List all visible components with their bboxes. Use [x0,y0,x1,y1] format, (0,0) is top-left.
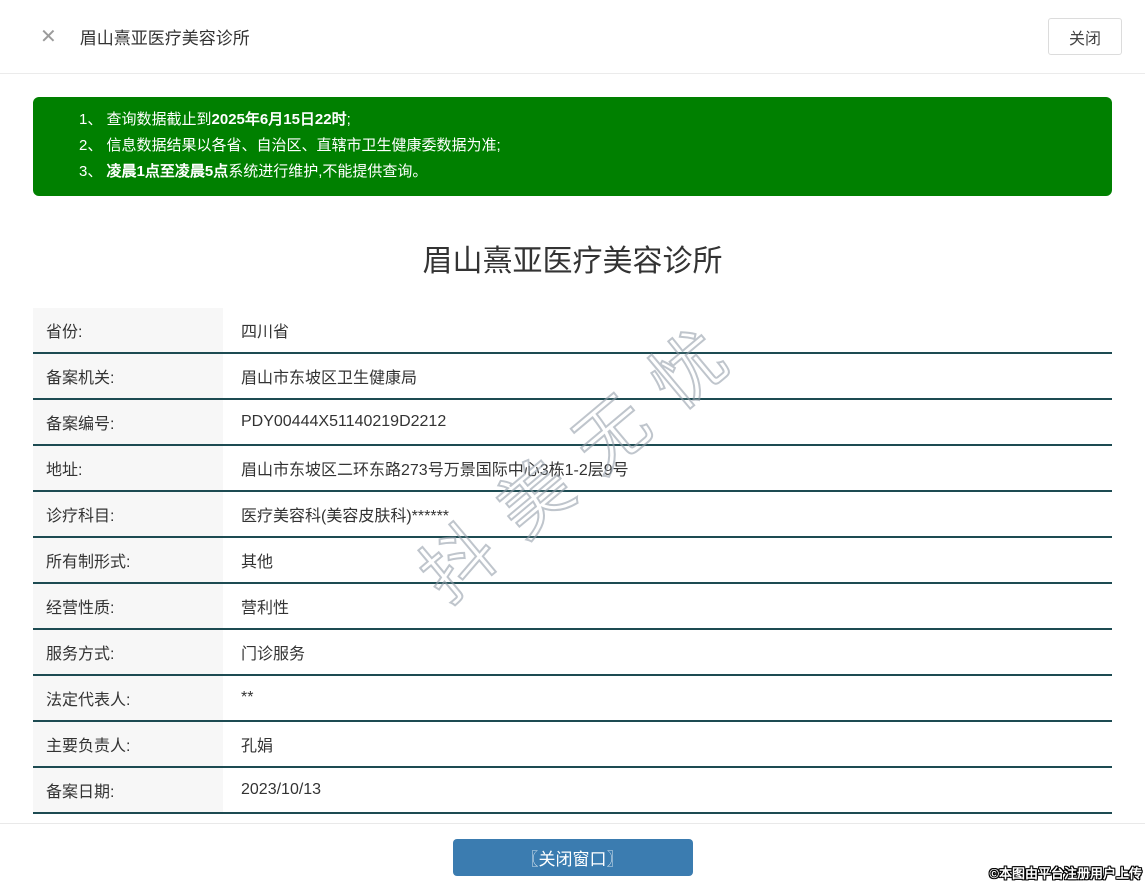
window-title: 眉山熹亚医疗美容诊所 [80,24,250,49]
notice-banner: 1、 查询数据截止到2025年6月15日22时;2、 信息数据结果以各省、自治区… [33,97,1112,196]
close-x-icon[interactable]: ✕ [40,27,57,47]
close-window-button[interactable]: 〖关闭窗口〗 [453,839,693,876]
table-row: 诊疗科目:医疗美容科(美容皮肤科)****** [33,492,1112,538]
page-title: 眉山熹亚医疗美容诊所 [33,236,1112,280]
field-label: 地址: [33,446,223,490]
table-row: 主要负责人:孔娟 [33,722,1112,768]
table-row: 省份:四川省 [33,308,1112,354]
field-value: 门诊服务 [223,630,1112,674]
field-value: 2023/10/13 [223,768,1112,812]
field-value: 其他 [223,538,1112,582]
table-row: 所有制形式:其他 [33,538,1112,584]
info-table: 省份:四川省备案机关:眉山市东坡区卫生健康局备案编号:PDY00444X5114… [33,308,1112,814]
table-row: 服务方式:门诊服务 [33,630,1112,676]
field-value: 医疗美容科(美容皮肤科)****** [223,492,1112,536]
header-close-button[interactable]: 关闭 [1048,18,1122,55]
table-row: 备案日期:2023/10/13 [33,768,1112,814]
field-label: 主要负责人: [33,722,223,766]
field-label: 经营性质: [33,584,223,628]
footer-divider [0,823,1145,824]
field-label: 备案机关: [33,354,223,398]
notice-line: 1、 查询数据截止到2025年6月15日22时; [79,107,1092,133]
notice-line: 2、 信息数据结果以各省、自治区、直辖市卫生健康委数据为准; [79,133,1092,159]
field-label: 所有制形式: [33,538,223,582]
table-row: 法定代表人:** [33,676,1112,722]
field-value: 四川省 [223,308,1112,352]
notice-line: 3、 凌晨1点至凌晨5点系统进行维护,不能提供查询。 [79,159,1092,185]
table-row: 经营性质:营利性 [33,584,1112,630]
field-value: 眉山市东坡区卫生健康局 [223,354,1112,398]
table-row: 备案编号:PDY00444X51140219D2212 [33,400,1112,446]
field-value: PDY00444X51140219D2212 [223,400,1112,444]
footer-button-row: 〖关闭窗口〗 [0,839,1145,876]
field-value: ** [223,676,1112,720]
field-label: 备案日期: [33,768,223,812]
field-value: 眉山市东坡区二环东路273号万景国际中心3栋1-2层9号 [223,446,1112,490]
credit-watermark: ©本图由平台注册用户上传 [989,863,1142,882]
field-label: 诊疗科目: [33,492,223,536]
window-header: ✕ 眉山熹亚医疗美容诊所 关闭 [0,0,1145,74]
main-content: 1、 查询数据截止到2025年6月15日22时;2、 信息数据结果以各省、自治区… [0,97,1145,814]
table-row: 备案机关:眉山市东坡区卫生健康局 [33,354,1112,400]
notice-list: 1、 查询数据截止到2025年6月15日22时;2、 信息数据结果以各省、自治区… [79,107,1092,185]
field-label: 省份: [33,308,223,352]
field-label: 备案编号: [33,400,223,444]
field-value: 营利性 [223,584,1112,628]
field-label: 法定代表人: [33,676,223,720]
field-value: 孔娟 [223,722,1112,766]
table-row: 地址:眉山市东坡区二环东路273号万景国际中心3栋1-2层9号 [33,446,1112,492]
field-label: 服务方式: [33,630,223,674]
